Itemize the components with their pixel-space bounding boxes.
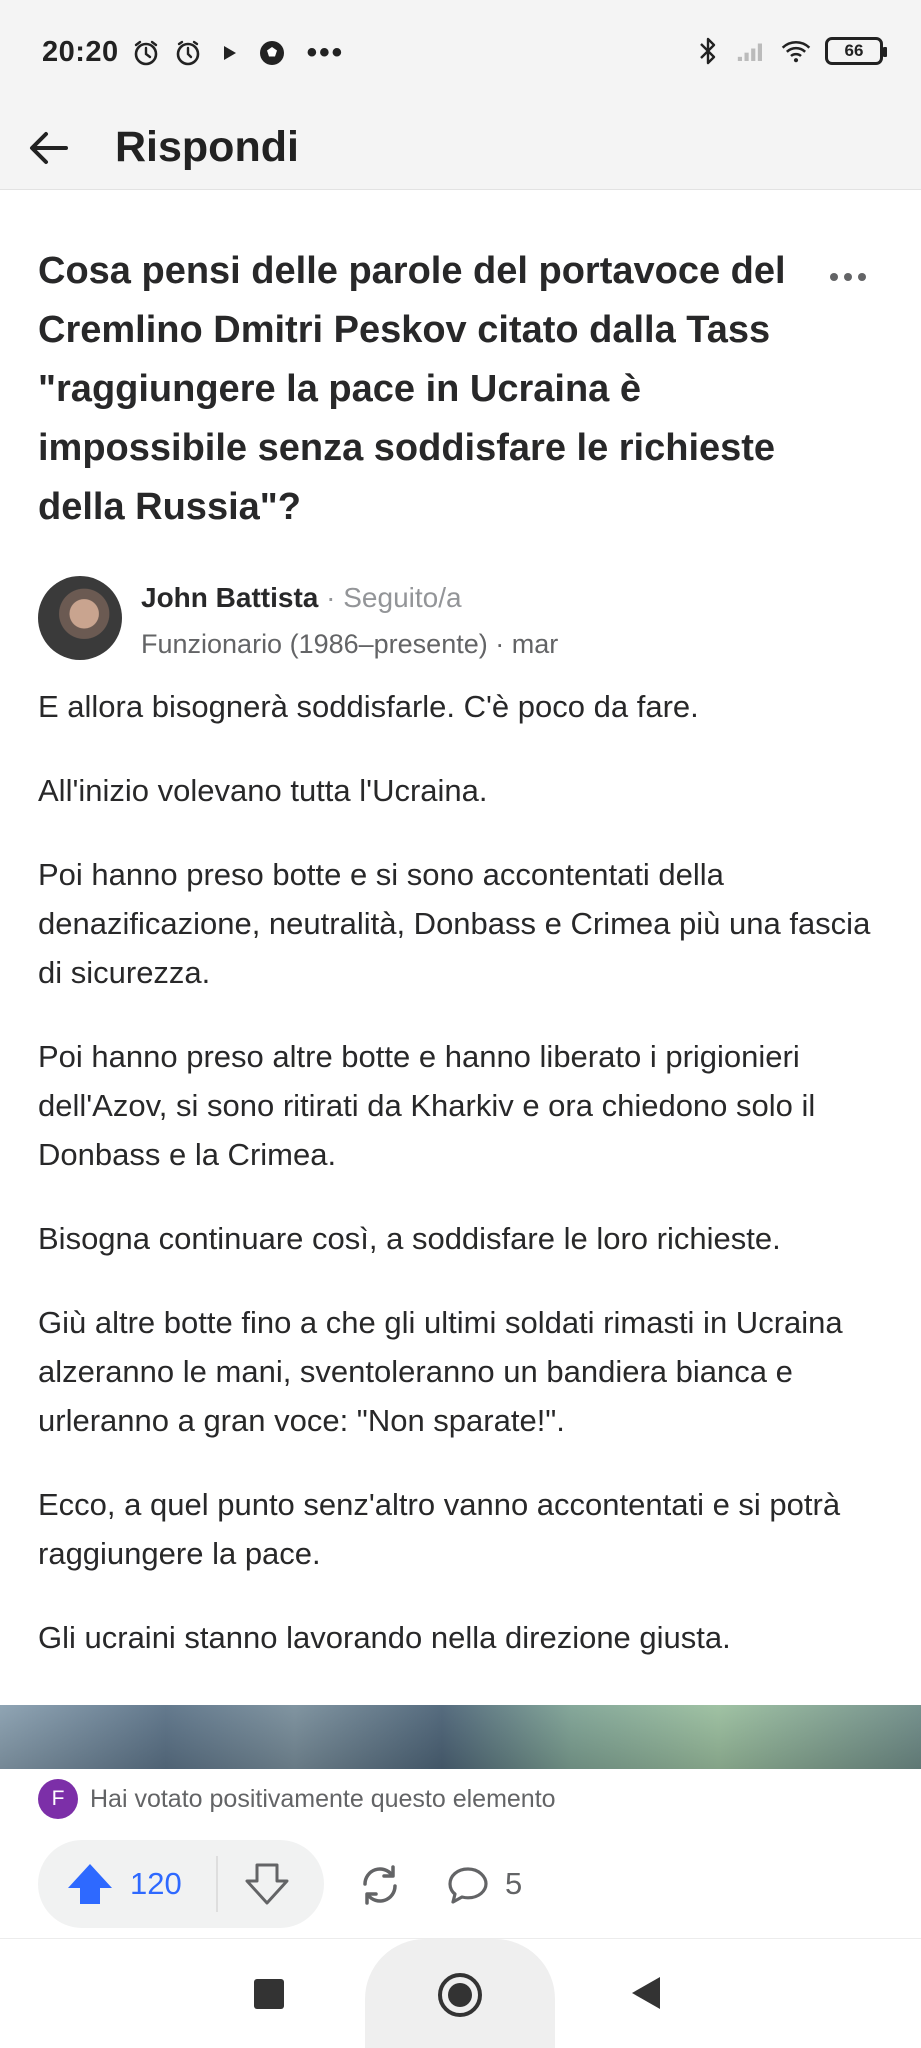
upvote-notice: F Hai votato positivamente questo elemen… — [38, 1779, 556, 1819]
bluetooth-icon — [693, 36, 723, 66]
author-avatar[interactable] — [38, 576, 122, 660]
answer-paragraph: All'inizio volevano tutta l'Ucraina. — [38, 773, 488, 808]
more-options-button[interactable] — [820, 262, 876, 292]
app-header: Rispondi — [0, 110, 921, 190]
upvote-count[interactable]: 120 — [130, 1862, 182, 1906]
answer-paragraph: E allora bisognerà soddisfarle. C'è poco… — [38, 689, 699, 724]
battery-indicator: 66 — [825, 37, 887, 65]
home-circle-icon — [448, 1983, 472, 2007]
system-back-button[interactable] — [632, 1977, 660, 2009]
comment-button[interactable] — [444, 1862, 492, 1910]
answer-paragraph: Ecco, a quel punto senz'altro vanno acco… — [38, 1487, 841, 1571]
answer-paragraph: Bisogna continuare così, a soddisfare le… — [38, 1221, 781, 1256]
upvote-button[interactable] — [66, 1860, 114, 1908]
answer-paragraph: Poi hanno preso botte e si sono acconten… — [38, 857, 871, 990]
author-credential: Funzionario (1986–presente) · mar — [141, 629, 559, 659]
arrow-left-icon — [30, 132, 68, 164]
status-bar-right: 66 — [693, 36, 887, 66]
alarm-icon — [131, 38, 161, 68]
answer-paragraph: Giù altre botte fino a che gli ultimi so… — [38, 1305, 843, 1438]
author-line: John Battista · Seguito/a — [141, 580, 462, 616]
user-avatar: F — [38, 1779, 78, 1819]
answer-image-preview[interactable] — [0, 1705, 921, 1769]
author-name[interactable]: John Battista — [141, 582, 318, 613]
more-dot-icon — [844, 273, 852, 281]
recent-apps-button[interactable] — [254, 1979, 284, 2009]
answer-body: E allora bisognerà soddisfarle. C'è poco… — [38, 682, 888, 1697]
share-button[interactable] — [355, 1860, 405, 1910]
upvote-arrow-icon — [68, 1864, 112, 1904]
soccer-ball-icon — [257, 38, 287, 68]
comment-bubble-icon — [448, 1867, 488, 1904]
page-title: Rispondi — [115, 123, 299, 171]
vote-pill: 120 — [38, 1840, 324, 1928]
play-icon — [215, 38, 245, 68]
home-button[interactable] — [438, 1973, 482, 2017]
status-more-icon: ••• — [306, 35, 345, 69]
signal-icon — [737, 36, 767, 66]
question-title[interactable]: Cosa pensi delle parole del portavoce de… — [38, 242, 798, 537]
status-bar-left: 20:20 ••• — [42, 36, 344, 69]
back-button[interactable] — [16, 116, 80, 180]
follow-status[interactable]: Seguito/a — [343, 582, 461, 613]
author-separator: · — [326, 582, 336, 613]
answer-paragraph: Gli ucraini stanno lavorando nella direz… — [38, 1620, 731, 1655]
clock-icon — [173, 38, 203, 68]
downvote-arrow-icon — [245, 1863, 289, 1905]
comment-count[interactable]: 5 — [505, 1862, 522, 1906]
answer-paragraph: Poi hanno preso altre botte e hanno libe… — [38, 1039, 816, 1172]
upvote-notice-text: Hai votato positivamente questo elemento — [90, 1784, 556, 1813]
wifi-icon — [781, 36, 811, 66]
status-time: 20:20 — [42, 36, 119, 68]
more-dot-icon — [858, 273, 866, 281]
share-icon — [363, 1865, 397, 1905]
vote-divider — [216, 1856, 218, 1912]
downvote-button[interactable] — [243, 1860, 291, 1908]
system-nav-bar — [0, 1938, 921, 2048]
status-bar: 20:20 ••• 66 — [0, 0, 921, 110]
more-dot-icon — [830, 273, 838, 281]
